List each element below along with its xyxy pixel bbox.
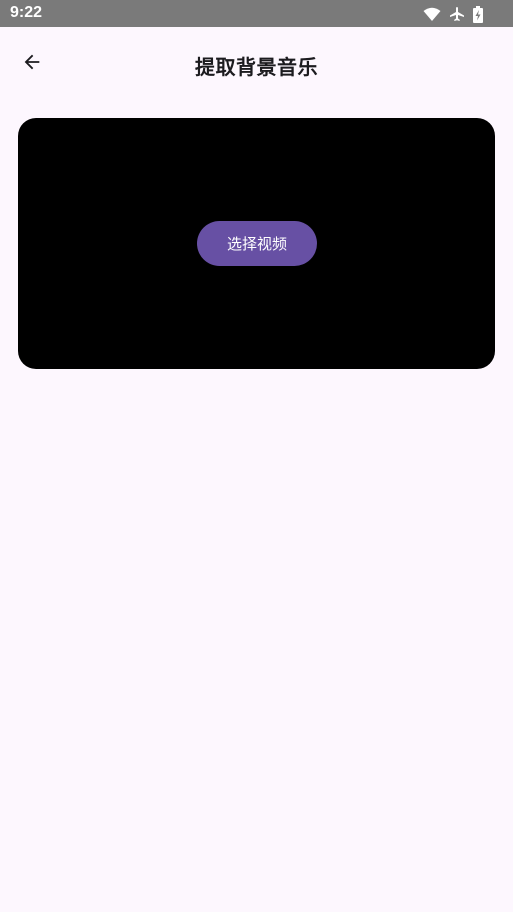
airplane-icon (449, 6, 465, 22)
status-bar: 9:22 (0, 0, 513, 27)
status-icons (423, 5, 483, 23)
app-bar: 提取背景音乐 (0, 27, 513, 101)
battery-charging-icon (473, 5, 483, 23)
video-preview-panel: 选择视频 (18, 118, 495, 369)
page-title: 提取背景音乐 (195, 55, 318, 79)
status-time: 9:22 (10, 4, 43, 21)
wifi-icon (423, 7, 441, 22)
select-video-button[interactable]: 选择视频 (197, 221, 317, 266)
